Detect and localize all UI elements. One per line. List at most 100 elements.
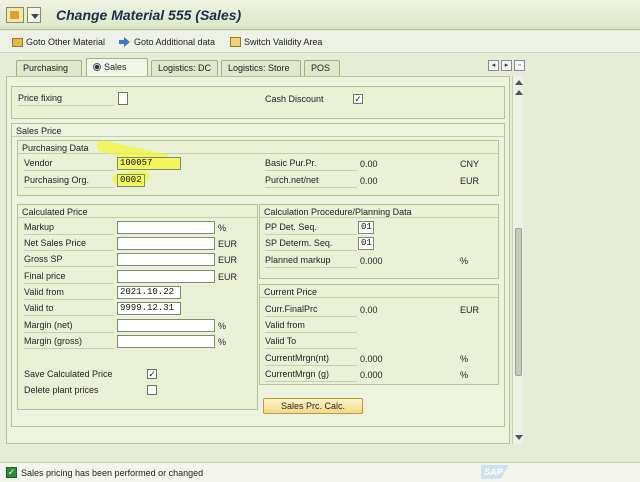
planned-markup-value: 0.000	[360, 256, 383, 266]
valid-to-label: Valid to	[24, 303, 114, 316]
planned-markup-label: Planned markup	[265, 255, 357, 268]
system-menu-icon[interactable]	[6, 7, 24, 23]
switch-validity-area-button[interactable]: Switch Validity Area	[230, 35, 322, 49]
cash-discount-label: Cash Discount	[265, 94, 324, 104]
group-header	[18, 141, 498, 154]
status-message: Sales pricing has been performed or chan…	[21, 468, 204, 478]
switch-icon	[230, 37, 241, 47]
tab-label: Purchasing	[23, 63, 69, 73]
group-header	[12, 124, 504, 137]
calculated-price-title: Calculated Price	[22, 207, 88, 217]
goto-other-material-label: Goto Other Material	[26, 37, 106, 47]
gross-sp-label: Gross SP	[24, 254, 114, 267]
scroll-down-icon[interactable]	[515, 435, 523, 440]
final-price-unit: EUR	[218, 272, 238, 282]
tab-logistics-dc[interactable]: Logistics: DC	[151, 60, 218, 76]
calc-procedure-title: Calculation Procedure/Planning Data	[264, 207, 412, 217]
price-fixing-checkbox[interactable]	[118, 92, 128, 105]
curr-final-prc-currency: EUR	[460, 305, 480, 315]
sp-determ-seq-field[interactable]: 01	[358, 237, 374, 250]
goto-additional-data-button[interactable]: Goto Additional data	[119, 35, 215, 49]
folder-icon	[12, 37, 23, 47]
purchasing-org-label: Purchasing Org.	[24, 175, 114, 188]
pp-det-seq-label: PP Det. Seq.	[265, 222, 357, 235]
final-price-label: Final price	[24, 271, 114, 284]
final-price-field[interactable]	[117, 270, 215, 283]
pp-det-seq-field[interactable]: 01	[358, 221, 374, 234]
purchasing-data-title: Purchasing Data	[22, 143, 89, 153]
valid-from-field[interactable]: 2021.10.22	[117, 286, 181, 299]
sp-determ-seq-label: SP Determ. Seq.	[265, 238, 357, 251]
markup-unit: %	[218, 223, 227, 233]
status-bar: ✓ Sales pricing has been performed or ch…	[0, 462, 640, 482]
basic-pur-pr-label: Basic Pur.Pr.	[265, 158, 357, 171]
tab-strip: Purchasing Sales Logistics: DC Logistics…	[0, 56, 640, 76]
tab-purchasing[interactable]: Purchasing	[16, 60, 82, 76]
goto-other-material-button[interactable]: Goto Other Material	[12, 35, 105, 49]
tab-scroll-right-icon[interactable]: ▸	[501, 60, 512, 71]
radio-icon	[93, 63, 101, 71]
switch-validity-area-label: Switch Validity Area	[244, 37, 323, 47]
margin-gross-unit: %	[218, 337, 227, 347]
planned-markup-unit: %	[460, 256, 469, 266]
net-sales-price-field[interactable]	[117, 237, 215, 250]
cash-discount-checkbox[interactable]: ✓	[353, 94, 363, 104]
tab-logistics-store[interactable]: Logistics: Store	[221, 60, 301, 76]
scroll-page-up-icon[interactable]	[515, 90, 523, 95]
purch-net-value: 0.00	[360, 176, 378, 186]
scroll-up-icon[interactable]	[515, 80, 523, 85]
curr-final-prc-label: Curr.FinalPrc	[265, 304, 357, 317]
window-title: Change Material 555 (Sales)	[56, 7, 242, 23]
purch-net-currency: EUR	[460, 176, 480, 186]
curr-mrgn-g-unit: %	[460, 370, 469, 380]
goto-additional-data-label: Goto Additional data	[134, 37, 216, 47]
net-sales-price-unit: EUR	[218, 239, 238, 249]
tab-sales[interactable]: Sales	[86, 58, 148, 76]
markup-field[interactable]	[117, 221, 215, 234]
sales-prc-calc-button[interactable]: Sales Prc. Calc.	[263, 398, 363, 414]
application-toolbar: Goto Other Material Goto Additional data…	[0, 31, 640, 53]
tab-label: POS	[311, 63, 331, 73]
margin-net-label: Margin (net)	[24, 320, 114, 333]
tab-label: Sales	[104, 62, 127, 72]
current-valid-from-label: Valid from	[265, 320, 357, 333]
purchasing-org-field[interactable]: 0002	[117, 174, 145, 187]
net-sales-price-label: Net Sales Price	[24, 238, 114, 251]
markup-label: Markup	[24, 222, 114, 235]
curr-mrgn-nt-label: CurrentMrgn(nt)	[265, 353, 357, 366]
delete-plant-prices-label: Delete plant prices	[24, 385, 99, 395]
curr-mrgn-nt-unit: %	[460, 354, 469, 364]
tab-label: Logistics: Store	[228, 63, 290, 73]
menu-dropdown-icon[interactable]	[27, 7, 41, 23]
tab-pos[interactable]: POS	[304, 60, 340, 76]
sales-price-title: Sales Price	[16, 126, 62, 136]
gross-sp-field[interactable]	[117, 253, 215, 266]
curr-mrgn-nt-value: 0.000	[360, 354, 383, 364]
curr-mrgn-g-value: 0.000	[360, 370, 383, 380]
success-check-icon: ✓	[6, 467, 17, 478]
price-fixing-label: Price fixing	[18, 93, 114, 106]
delete-plant-prices-checkbox[interactable]	[147, 385, 157, 395]
current-price-title: Current Price	[264, 287, 318, 297]
save-calculated-price-checkbox[interactable]: ✓	[147, 369, 157, 379]
vertical-scrollbar[interactable]	[512, 76, 523, 444]
gross-sp-unit: EUR	[218, 255, 238, 265]
margin-gross-field[interactable]	[117, 335, 215, 348]
curr-mrgn-g-label: CurrentMrgn (g)	[265, 369, 357, 382]
scrollbar-thumb[interactable]	[515, 228, 522, 376]
title-bar: Change Material 555 (Sales)	[0, 0, 640, 30]
curr-final-prc-value: 0.00	[360, 305, 378, 315]
valid-to-field[interactable]: 9999.12.31	[117, 302, 181, 315]
margin-net-field[interactable]	[117, 319, 215, 332]
tab-scroll-left-icon[interactable]: ◂	[488, 60, 499, 71]
current-valid-to-label: Valid To	[265, 336, 357, 349]
basic-pur-pr-value: 0.00	[360, 159, 378, 169]
purch-net-label: Purch.net/net	[265, 175, 357, 188]
tab-list-icon[interactable]: ▫	[514, 60, 525, 71]
save-calculated-price-label: Save Calculated Price	[24, 369, 113, 379]
vendor-label: Vendor	[24, 158, 114, 171]
vendor-field[interactable]: 100057	[117, 157, 181, 170]
margin-gross-label: Margin (gross)	[24, 336, 114, 349]
basic-pur-pr-currency: CNY	[460, 159, 480, 169]
arrow-right-icon	[119, 37, 131, 47]
